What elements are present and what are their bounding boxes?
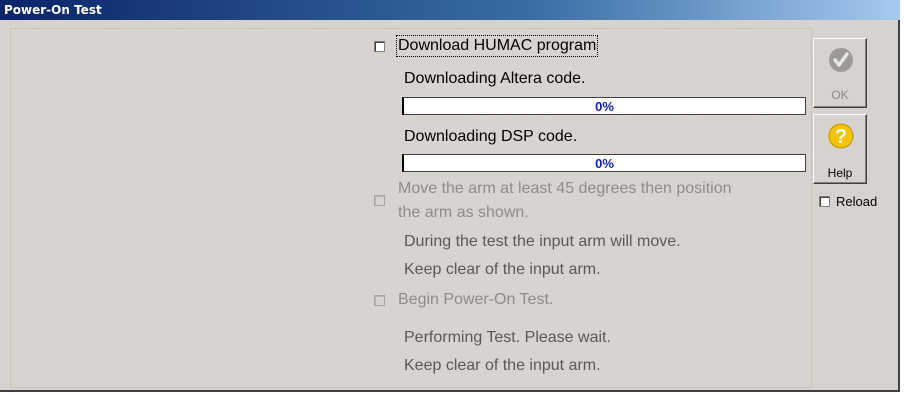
begin-info-line1: Performing Test. Please wait. xyxy=(404,329,611,346)
position-arm-label-line2: the arm as shown. xyxy=(398,204,529,221)
dsp-status-label: Downloading DSP code. xyxy=(404,128,578,145)
power-on-test-window: Power-On Test Download HUMAC program Dow… xyxy=(0,0,900,392)
altera-progress-text: 0% xyxy=(595,99,614,114)
dsp-progress-bar: 0% xyxy=(402,154,806,172)
position-info-line1: During the test the input arm will move. xyxy=(404,233,681,250)
window-title: Power-On Test xyxy=(4,3,102,17)
dsp-progress-text: 0% xyxy=(595,156,614,171)
ok-button[interactable]: OK xyxy=(813,38,867,108)
download-checkbox-label[interactable]: Download HUMAC program xyxy=(395,35,599,57)
reload-label[interactable]: Reload xyxy=(836,194,877,209)
begin-test-checkbox[interactable] xyxy=(374,295,385,306)
help-button-label: Help xyxy=(827,166,853,180)
help-icon: ? xyxy=(828,123,854,149)
begin-test-label: Begin Power-On Test. xyxy=(398,291,554,308)
position-arm-label-line1: Move the arm at least 45 degrees then po… xyxy=(398,180,732,197)
position-info-line2: Keep clear of the input arm. xyxy=(404,261,601,278)
altera-progress-bar: 0% xyxy=(402,97,806,115)
svg-text:?: ? xyxy=(835,126,847,148)
title-bar[interactable]: Power-On Test xyxy=(0,0,900,20)
reload-checkbox[interactable] xyxy=(819,196,830,207)
position-arm-checkbox[interactable] xyxy=(374,195,385,206)
altera-status-label: Downloading Altera code. xyxy=(404,70,586,87)
help-button[interactable]: ? Help xyxy=(813,114,867,184)
ok-button-label: OK xyxy=(831,88,849,102)
download-checkbox[interactable] xyxy=(374,41,385,52)
checkmark-icon xyxy=(829,48,853,72)
begin-info-line2: Keep clear of the input arm. xyxy=(404,357,601,374)
